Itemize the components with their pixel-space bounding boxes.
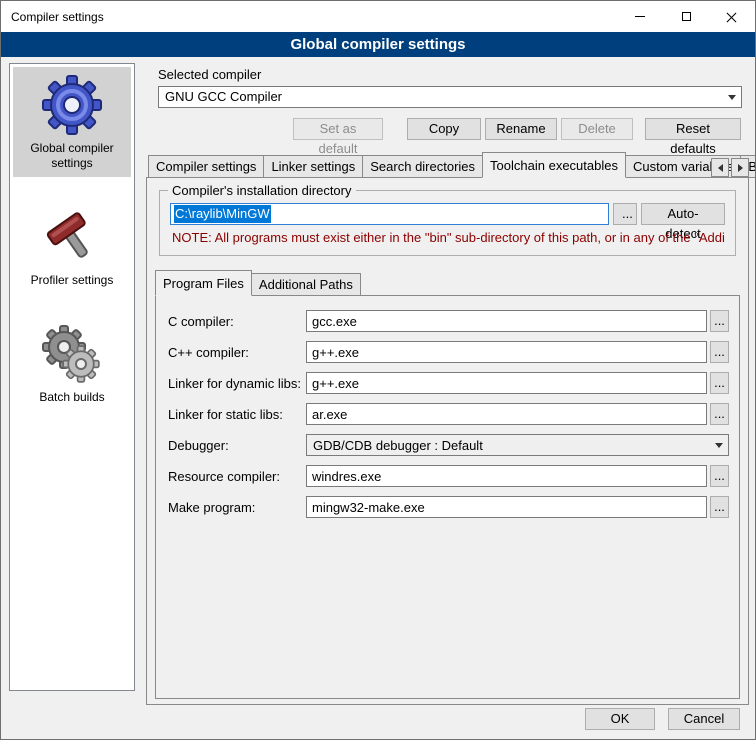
installation-directory-input[interactable]: C:\raylib\MinGW — [170, 203, 609, 225]
compiler-select[interactable]: GNU GCC Compiler — [158, 86, 742, 108]
field-row-debugger: Debugger: GDB/CDB debugger : Default — [168, 434, 729, 456]
set-as-default-button[interactable]: Set as default — [293, 118, 383, 140]
static-linker-input[interactable] — [306, 403, 707, 425]
selected-compiler-label: Selected compiler — [158, 67, 749, 82]
sidebar-item-label: Batch builds — [13, 390, 131, 405]
tab-scroll-right-button[interactable] — [731, 158, 749, 177]
subtab-additional-paths[interactable]: Additional Paths — [251, 273, 361, 296]
installation-directory-browse-button[interactable]: ... — [613, 203, 637, 225]
maximize-button[interactable] — [663, 1, 709, 32]
installation-directory-row: C:\raylib\MinGW ... Auto-detect — [170, 203, 725, 225]
c-compiler-browse-button[interactable]: ... — [710, 310, 729, 332]
tab-search-directories[interactable]: Search directories — [362, 155, 483, 178]
compiler-settings-dialog: Compiler settings Global compiler settin… — [0, 0, 756, 740]
delete-button[interactable]: Delete — [561, 118, 633, 140]
sidebar-item-label: Profiler settings — [13, 273, 131, 288]
auto-detect-button[interactable]: Auto-detect — [641, 203, 725, 225]
window-controls — [617, 1, 755, 32]
gray-gears-icon — [40, 322, 104, 386]
reset-defaults-button[interactable]: Reset defaults — [645, 118, 741, 140]
minimize-icon — [635, 16, 645, 17]
tab-scroll-left-button[interactable] — [711, 158, 729, 177]
sidebar-item-batch-builds[interactable]: Batch builds — [13, 316, 131, 411]
installation-directory-value: C:\raylib\MinGW — [174, 205, 271, 223]
make-program-input[interactable] — [306, 496, 707, 518]
subtab-program-files[interactable]: Program Files — [155, 270, 252, 296]
field-label: C compiler: — [168, 314, 306, 329]
main-content: Selected compiler GNU GCC Compiler Set a… — [146, 61, 749, 740]
window-title: Compiler settings — [1, 10, 617, 24]
programs-location-note: NOTE: All programs must exist either in … — [172, 230, 725, 245]
debugger-select[interactable]: GDB/CDB debugger : Default — [306, 434, 729, 456]
page-title: Global compiler settings — [1, 32, 755, 57]
chevron-down-icon — [710, 443, 728, 448]
compiler-select-value: GNU GCC Compiler — [159, 87, 723, 107]
tab-compiler-settings[interactable]: Compiler settings — [148, 155, 264, 178]
chevron-down-icon — [723, 95, 741, 100]
arrow-right-icon — [738, 164, 743, 172]
toolchain-executables-panel: Compiler's installation directory C:\ray… — [146, 177, 749, 705]
field-label: Linker for dynamic libs: — [168, 376, 306, 391]
field-row-static-linker: Linker for static libs: ... — [168, 403, 729, 425]
resource-compiler-browse-button[interactable]: ... — [710, 465, 729, 487]
cancel-button[interactable]: Cancel — [668, 708, 740, 730]
static-linker-browse-button[interactable]: ... — [710, 403, 729, 425]
maximize-icon — [682, 12, 691, 21]
resource-compiler-input[interactable] — [306, 465, 707, 487]
tab-toolchain-executables[interactable]: Toolchain executables — [482, 152, 626, 178]
sidebar-item-profiler-settings[interactable]: Profiler settings — [13, 199, 131, 294]
rename-button[interactable]: Rename — [485, 118, 557, 140]
cpp-compiler-browse-button[interactable]: ... — [710, 341, 729, 363]
tab-linker-settings[interactable]: Linker settings — [263, 155, 363, 178]
dynamic-linker-input[interactable] — [306, 372, 707, 394]
field-label: Make program: — [168, 500, 306, 515]
blue-gear-icon — [40, 73, 104, 137]
debugger-select-value: GDB/CDB debugger : Default — [307, 438, 710, 453]
field-label: C++ compiler: — [168, 345, 306, 360]
copy-button[interactable]: Copy — [407, 118, 481, 140]
field-row-cpp-compiler: C++ compiler: ... — [168, 341, 729, 363]
dynamic-linker-browse-button[interactable]: ... — [710, 372, 729, 394]
sidebar-item-global-compiler-settings[interactable]: Global compiler settings — [13, 67, 131, 177]
close-icon — [726, 11, 738, 23]
field-row-make-program: Make program: ... — [168, 496, 729, 518]
field-row-dynamic-linker: Linker for dynamic libs: ... — [168, 372, 729, 394]
installation-directory-group: Compiler's installation directory C:\ray… — [159, 190, 736, 256]
field-row-resource-compiler: Resource compiler: ... — [168, 465, 729, 487]
arrow-left-icon — [718, 164, 723, 172]
compiler-buttons-row: Set as default Copy Rename Delete Reset … — [158, 118, 741, 140]
installation-directory-group-title: Compiler's installation directory — [168, 183, 356, 198]
profiler-hammer-icon — [40, 205, 104, 269]
field-label: Resource compiler: — [168, 469, 306, 484]
tab-scroll-buttons — [711, 158, 749, 177]
sidebar-item-label: Global compiler settings — [13, 141, 131, 171]
files-subtabstrip: Program Files Additional Paths — [155, 270, 748, 296]
minimize-button[interactable] — [617, 1, 663, 32]
settings-tabstrip: Compiler settings Linker settings Search… — [148, 152, 749, 178]
close-button[interactable] — [709, 1, 755, 32]
field-label: Linker for static libs: — [168, 407, 306, 422]
titlebar: Compiler settings — [1, 1, 755, 32]
settings-category-sidebar: Global compiler settings Profiler settin… — [9, 63, 135, 691]
field-label: Debugger: — [168, 438, 306, 453]
program-files-panel: C compiler: ... C++ compiler: ... Linker… — [155, 295, 740, 699]
ok-button[interactable]: OK — [585, 708, 655, 730]
cpp-compiler-input[interactable] — [306, 341, 707, 363]
field-row-c-compiler: C compiler: ... — [168, 310, 729, 332]
make-program-browse-button[interactable]: ... — [710, 496, 729, 518]
c-compiler-input[interactable] — [306, 310, 707, 332]
dialog-footer: OK Cancel — [585, 708, 740, 730]
